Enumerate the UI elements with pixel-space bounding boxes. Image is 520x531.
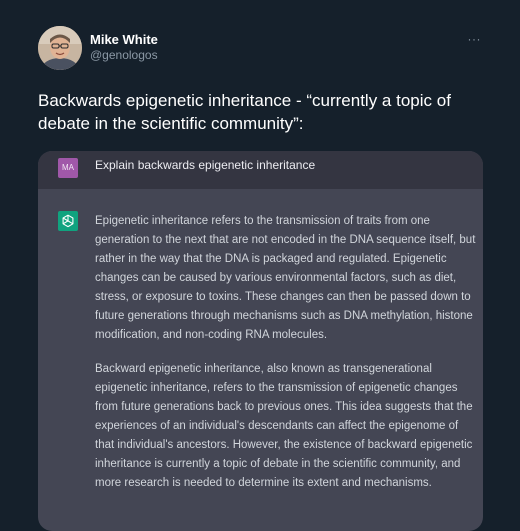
author-avatar[interactable]: [38, 26, 82, 70]
author-handle[interactable]: @genologos: [90, 48, 158, 62]
user-message: Explain backwards epigenetic inheritance: [95, 158, 316, 172]
tweet-header: Mike White @genologos ···: [38, 26, 488, 72]
assistant-paragraph: Backward epigenetic inheritance, also kn…: [95, 363, 473, 489]
chatgpt-screenshot-card[interactable]: MA Explain backwards epigenetic inherita…: [38, 151, 483, 531]
tweet-text: Backwards epigenetic inheritance - “curr…: [38, 91, 451, 133]
more-horizontal-icon[interactable]: ···: [468, 32, 482, 46]
assistant-paragraph: Epigenetic inheritance refers to the tra…: [95, 215, 476, 341]
user-message-row: MA Explain backwards epigenetic inherita…: [38, 151, 483, 189]
author-name[interactable]: Mike White: [90, 32, 158, 47]
openai-logo-icon: [58, 211, 78, 231]
top-edge: [0, 0, 520, 6]
user-avatar: MA: [58, 158, 78, 178]
